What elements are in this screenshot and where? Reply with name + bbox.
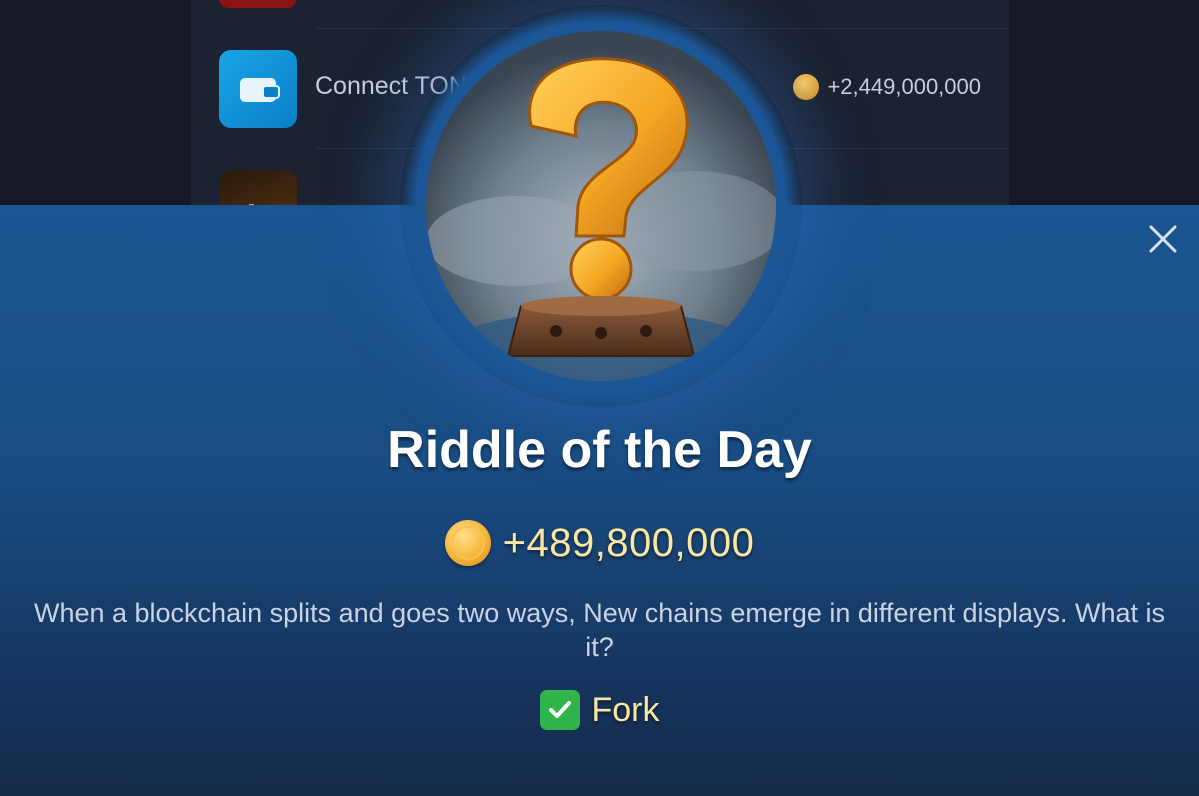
wallet-icon: [219, 50, 297, 128]
task-reward: +2,449,000,000: [793, 74, 981, 100]
riddle-text: When a blockchain splits and goes two wa…: [33, 598, 1166, 662]
question-mark-icon: [426, 31, 776, 381]
reward-row: +489,800,000: [0, 520, 1199, 566]
close-button[interactable]: [1145, 221, 1181, 257]
task-icon-partial: [219, 0, 297, 8]
answer-row: Fork: [0, 690, 1199, 730]
reward-amount: +489,800,000: [502, 520, 755, 565]
check-icon: [539, 690, 580, 730]
coin-icon: [793, 74, 820, 100]
close-icon: [1149, 225, 1177, 253]
task-reward-value: +2,449,000,000: [827, 74, 981, 99]
modal-title: Riddle of the Day: [387, 421, 812, 479]
coin-icon: [444, 520, 491, 566]
answer-text: Fork: [591, 690, 660, 729]
hero-image: [426, 31, 776, 381]
